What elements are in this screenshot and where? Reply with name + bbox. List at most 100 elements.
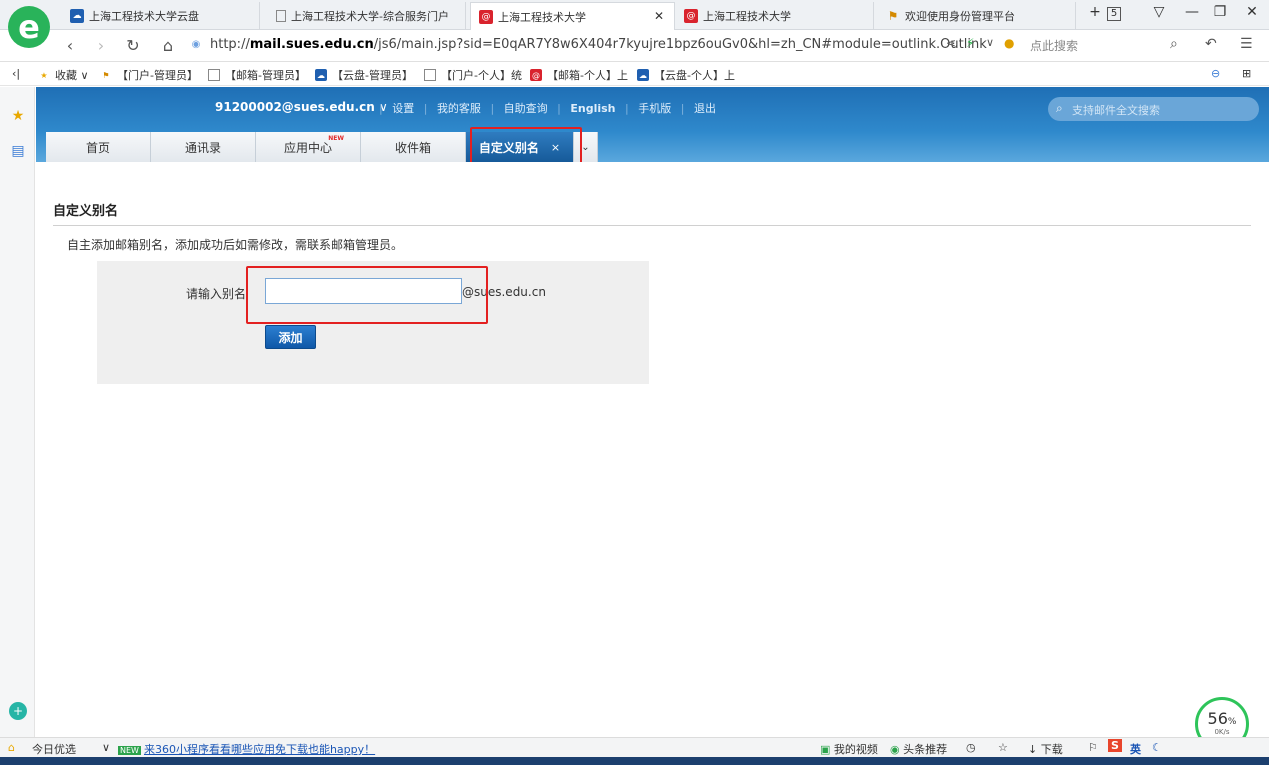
today-picks[interactable]: 今日优选 xyxy=(32,741,76,757)
security-icon[interactable]: ◉ xyxy=(185,39,207,50)
alias-label: 请输入别名 xyxy=(186,287,247,301)
mail-icon: @ xyxy=(530,69,542,81)
browser-side-rail: ★ ▤ + xyxy=(0,87,35,737)
ime-language[interactable]: 英 xyxy=(1130,741,1141,757)
sogou-ime-icon[interactable]: S xyxy=(1108,739,1122,752)
search-engine-icon[interactable]: ● xyxy=(1004,36,1014,50)
notes-icon[interactable]: ▤ xyxy=(9,142,27,160)
menu-icon[interactable]: ☰ xyxy=(1240,36,1253,52)
forward-icon[interactable]: › xyxy=(90,36,112,55)
moon-icon[interactable]: ☾ xyxy=(1152,741,1162,754)
close-icon[interactable]: ✕ xyxy=(654,9,664,23)
tab-mail-active[interactable]: @ 上海工程技术大学 ✕ xyxy=(470,2,675,30)
mail-nav-tabs: 首页 通讯录 应用中心 NEW 收件箱 自定义别名 × ⌄ xyxy=(46,132,598,162)
bookmark-favorites[interactable]: ★ 收藏 ∨ xyxy=(38,67,88,83)
id-icon: ⚑ xyxy=(887,9,899,23)
main-content: 自定义别名 自主添加邮箱别名，添加成功后如需修改，需联系邮箱管理员。 请输入别名… xyxy=(36,162,1269,737)
search-icon[interactable]: ⌕ xyxy=(1170,36,1178,52)
id-icon: ⚑ xyxy=(102,70,110,80)
search-placeholder[interactable]: 点此搜索 xyxy=(1030,37,1078,54)
pin-icon[interactable]: ☆ xyxy=(998,741,1008,754)
news-ticker[interactable]: NEW 来360小程序看看哪些应用免下载也能happy！ xyxy=(118,741,375,757)
chevron-down-icon[interactable]: ∨ xyxy=(102,741,110,754)
page-title: 自定义别名 xyxy=(53,204,119,219)
cloud-icon: ☁ xyxy=(637,69,649,81)
close-icon[interactable]: × xyxy=(551,141,560,154)
tab-title: 上海工程技术大学 xyxy=(703,10,791,23)
divider xyxy=(53,225,1251,226)
tab-title: 欢迎使用身份管理平台 xyxy=(905,10,1015,23)
mail-icon: @ xyxy=(684,9,698,23)
speed-icon[interactable]: ⚡ xyxy=(966,36,974,50)
mail-search-input[interactable]: ⌕ 支持邮件全文搜索 xyxy=(1048,97,1259,121)
bookmark-mail-admin[interactable]: 【邮箱-管理员】 xyxy=(208,67,306,83)
bookmark-cloud-admin[interactable]: ☁ 【云盘-管理员】 xyxy=(315,67,413,83)
shirt-icon[interactable]: ▽ xyxy=(1147,4,1171,20)
alias-form: 请输入别名 @sues.edu.cn 添加 xyxy=(97,261,649,384)
url-field[interactable]: http://mail.sues.edu.cn/js6/main.jsp?sid… xyxy=(210,37,1010,55)
cloud-icon: ☁ xyxy=(315,69,327,81)
bookmark-cloud-personal[interactable]: ☁ 【云盘-个人】上 xyxy=(637,67,735,83)
sidebar-toggle-icon[interactable]: ‹| xyxy=(12,67,20,80)
refresh-icon[interactable]: ↻ xyxy=(122,36,144,55)
gift-icon: ⌂ xyxy=(8,741,15,754)
url-domain: mail.sues.edu.cn xyxy=(249,37,374,52)
browser-tab-strip: ☁ 上海工程技术大学云盘 上海工程技术大学-综合服务门户 @ 上海工程技术大学 … xyxy=(0,0,1269,30)
new-tab-icon[interactable]: + xyxy=(1083,4,1107,20)
link-settings[interactable]: 设置 xyxy=(392,102,414,115)
page-icon xyxy=(208,69,220,81)
tab-title: 上海工程技术大学云盘 xyxy=(89,10,199,23)
tab-count-badge[interactable]: 5 xyxy=(1107,7,1121,21)
browser-logo-icon: e xyxy=(8,6,50,48)
cloud-icon: ☁ xyxy=(70,9,84,23)
close-window-icon[interactable]: ✕ xyxy=(1240,4,1264,20)
page-icon xyxy=(424,69,436,81)
tab-cloud-disk[interactable]: ☁ 上海工程技术大学云盘 xyxy=(62,2,260,30)
my-video-link[interactable]: ▣ 我的视频 xyxy=(820,741,878,757)
tab-inbox[interactable]: 收件箱 xyxy=(361,132,466,162)
link-self-service[interactable]: 自助查询 xyxy=(504,102,548,115)
flag-icon[interactable]: ⚐ xyxy=(1088,741,1098,754)
tab-app-center[interactable]: 应用中心 NEW xyxy=(256,132,361,162)
share-icon[interactable]: ⋖ xyxy=(946,36,956,50)
favorites-star-icon[interactable]: ★ xyxy=(9,107,27,125)
account-menu[interactable]: 91200002@sues.edu.cn ∨ xyxy=(215,100,388,114)
speed-percent: 56 xyxy=(1207,709,1228,728)
bookmark-mail-personal[interactable]: @ 【邮箱-个人】上 xyxy=(530,67,628,83)
mail-search-placeholder: 支持邮件全文搜索 xyxy=(1072,104,1160,117)
back-icon[interactable]: ‹ xyxy=(59,36,81,55)
link-support[interactable]: 我的客服 xyxy=(437,102,481,115)
add-alias-button[interactable]: 添加 xyxy=(265,325,316,349)
link-logout[interactable]: 退出 xyxy=(694,102,716,115)
home-icon[interactable]: ⌂ xyxy=(157,36,179,55)
tab-home[interactable]: 首页 xyxy=(46,132,151,162)
tab-custom-alias[interactable]: 自定义别名 × xyxy=(466,132,574,162)
alias-input[interactable] xyxy=(265,278,462,304)
tab-portal[interactable]: 上海工程技术大学-综合服务门户 xyxy=(268,2,466,30)
news-new-badge: NEW xyxy=(118,746,141,755)
clock-icon[interactable]: ◷ xyxy=(966,741,976,754)
chevron-down-icon[interactable]: ∨ xyxy=(986,36,994,49)
link-mobile[interactable]: 手机版 xyxy=(638,102,671,115)
mail-header: 91200002@sues.edu.cn ∨ | 设置 | 我的客服 | 自助查… xyxy=(36,87,1269,162)
os-taskbar xyxy=(0,757,1269,765)
link-english[interactable]: English xyxy=(570,102,615,115)
restore-icon[interactable]: ❐ xyxy=(1208,4,1232,20)
minus-circle-icon[interactable]: ⊖ xyxy=(1211,67,1220,80)
undo-icon[interactable]: ↶ xyxy=(1205,36,1217,52)
bookmark-portal-personal[interactable]: 【门户-个人】统 xyxy=(424,67,522,83)
new-badge: NEW xyxy=(328,135,344,142)
headlines-link[interactable]: ◉ 头条推荐 xyxy=(890,741,947,757)
bookmark-portal-admin[interactable]: ⚑ 【门户-管理员】 xyxy=(100,67,198,83)
tab-identity[interactable]: ⚑ 欢迎使用身份管理平台 xyxy=(878,2,1076,30)
search-icon: ⌕ xyxy=(1056,101,1063,115)
download-link[interactable]: ↓ 下载 xyxy=(1028,741,1063,757)
apps-grid-icon[interactable]: ⊞ xyxy=(1242,67,1251,80)
add-app-icon[interactable]: + xyxy=(9,702,27,720)
url-prefix: http:// xyxy=(210,37,250,52)
tab-contacts[interactable]: 通讯录 xyxy=(151,132,256,162)
minimize-icon[interactable]: — xyxy=(1180,4,1204,20)
tab-title: 上海工程技术大学 xyxy=(498,10,586,24)
tab-mail[interactable]: @ 上海工程技术大学 xyxy=(676,2,874,30)
tab-more-chevron-icon[interactable]: ⌄ xyxy=(574,132,598,162)
